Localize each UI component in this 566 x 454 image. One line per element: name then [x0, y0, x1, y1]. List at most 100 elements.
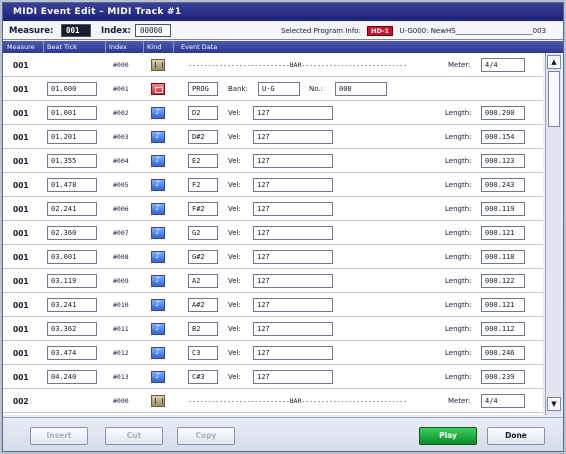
copy-button[interactable]: Copy: [177, 427, 235, 445]
meter-field[interactable]: 4/4: [481, 58, 525, 72]
note-icon: [151, 179, 165, 191]
index-field[interactable]: 00000: [135, 24, 171, 37]
note-field[interactable]: G#2: [188, 250, 218, 264]
event-row[interactable]: 001 01.000 #001 PROG Bank: U-G No.: 000: [3, 77, 543, 101]
velocity-field[interactable]: 127: [253, 106, 333, 120]
note-field[interactable]: F2: [188, 178, 218, 192]
length-field[interactable]: 000.112: [481, 322, 525, 336]
info-bar: Measure: 001 Index: 00000 Selected Progr…: [3, 22, 563, 40]
event-row[interactable]: 001 01.001 #002 D2 Vel: 127 Length: 000.200: [3, 101, 543, 125]
program-number-field[interactable]: 000: [335, 82, 387, 96]
velocity-field[interactable]: 127: [253, 370, 333, 384]
note-field[interactable]: B2: [188, 322, 218, 336]
note-field[interactable]: E2: [188, 154, 218, 168]
bank-field[interactable]: U-G: [258, 82, 300, 96]
button-bar: Insert Cut Copy Play Done: [3, 417, 563, 451]
meter-field[interactable]: 4/4: [481, 394, 525, 408]
scrollbar[interactable]: ▲ ▼: [545, 53, 561, 415]
length-field[interactable]: 000.119: [481, 202, 525, 216]
event-row[interactable]: 001 03.119 #009 A2 Vel: 127 Length: 000.122: [3, 269, 543, 293]
note-icon: [151, 251, 165, 263]
note-field[interactable]: C#3: [188, 370, 218, 384]
event-row[interactable]: 001 02.360 #007 G2 Vel: 127 Length: 000.121: [3, 221, 543, 245]
note-field[interactable]: A#2: [188, 298, 218, 312]
beat-tick-field[interactable]: 01.001: [47, 106, 97, 120]
event-row[interactable]: 001 04.240 #013 C#3 Vel: 127 Length: 000.239: [3, 365, 543, 389]
note-field[interactable]: G2: [188, 226, 218, 240]
velocity-field[interactable]: 127: [253, 178, 333, 192]
velocity-field[interactable]: 127: [253, 130, 333, 144]
note-field[interactable]: C3: [188, 346, 218, 360]
length-field[interactable]: 000.246: [481, 346, 525, 360]
beat-tick-field[interactable]: 01.478: [47, 178, 97, 192]
beat-tick-field[interactable]: 03.362: [47, 322, 97, 336]
vel-label: Vel:: [228, 181, 241, 189]
event-row[interactable]: 001 #000 --------------------------BAR----…: [3, 53, 543, 77]
beat-tick-field[interactable]: 04.240: [47, 370, 97, 384]
beat-tick-field[interactable]: 02.241: [47, 202, 97, 216]
velocity-field[interactable]: 127: [253, 274, 333, 288]
note-field[interactable]: F#2: [188, 202, 218, 216]
event-row[interactable]: 001 02.241 #006 F#2 Vel: 127 Length: 000.119: [3, 197, 543, 221]
row-index: #006: [113, 205, 129, 213]
length-field[interactable]: 000.200: [481, 106, 525, 120]
no-label: No.:: [309, 85, 323, 93]
event-row[interactable]: 001 03.001 #008 G#2 Vel: 127 Length: 000.118: [3, 245, 543, 269]
velocity-field[interactable]: 127: [253, 154, 333, 168]
length-field[interactable]: 000.243: [481, 178, 525, 192]
note-field[interactable]: A2: [188, 274, 218, 288]
beat-tick-field[interactable]: 03.241: [47, 298, 97, 312]
event-type-field[interactable]: PROG: [188, 82, 218, 96]
length-label: Length:: [445, 181, 472, 189]
event-list[interactable]: 001 #000 --------------------------BAR----…: [3, 53, 543, 415]
arrow-up-icon[interactable]: ▲: [547, 55, 561, 69]
length-field[interactable]: 000.123: [481, 154, 525, 168]
velocity-field[interactable]: 127: [253, 226, 333, 240]
event-row[interactable]: 001 03.362 #011 B2 Vel: 127 Length: 000.112: [3, 317, 543, 341]
event-row[interactable]: 001 03.241 #010 A#2 Vel: 127 Length: 000.121: [3, 293, 543, 317]
scroll-thumb[interactable]: [548, 71, 560, 127]
event-row[interactable]: 001 01.201 #003 D#2 Vel: 127 Length: 000.154: [3, 125, 543, 149]
selected-program-label: Selected Program Info:: [281, 27, 361, 35]
beat-tick-field[interactable]: 02.360: [47, 226, 97, 240]
bar-icon: [151, 395, 165, 407]
velocity-field[interactable]: 127: [253, 202, 333, 216]
event-row[interactable]: 001 01.478 #005 F2 Vel: 127 Length: 000.243: [3, 173, 543, 197]
velocity-field[interactable]: 127: [253, 298, 333, 312]
beat-tick-field[interactable]: 01.355: [47, 154, 97, 168]
vel-label: Vel:: [228, 325, 241, 333]
length-field[interactable]: 000.118: [481, 250, 525, 264]
velocity-field[interactable]: 127: [253, 346, 333, 360]
measure-field[interactable]: 001: [61, 24, 91, 37]
col-beat-tick: Beat Tick: [47, 43, 77, 51]
row-index: #007: [113, 229, 129, 237]
length-field[interactable]: 000.154: [481, 130, 525, 144]
note-field[interactable]: D2: [188, 106, 218, 120]
length-label: Length:: [445, 277, 472, 285]
play-button[interactable]: Play: [419, 427, 477, 445]
note-field[interactable]: D#2: [188, 130, 218, 144]
length-field[interactable]: 000.122: [481, 274, 525, 288]
beat-tick-field[interactable]: 03.474: [47, 346, 97, 360]
program-info: HD-1 U-G000: NewHS______________________…: [367, 26, 546, 36]
event-row[interactable]: 002 #000 --------------------------BAR----…: [3, 389, 543, 413]
length-field[interactable]: 000.121: [481, 298, 525, 312]
row-index: #008: [113, 253, 129, 261]
velocity-field[interactable]: 127: [253, 322, 333, 336]
done-button[interactable]: Done: [487, 427, 545, 445]
arrow-down-icon[interactable]: ▼: [547, 397, 561, 411]
vel-label: Vel:: [228, 109, 241, 117]
event-row[interactable]: 001 03.474 #012 C3 Vel: 127 Length: 000.246: [3, 341, 543, 365]
insert-button[interactable]: Insert: [30, 427, 88, 445]
length-field[interactable]: 000.121: [481, 226, 525, 240]
beat-tick-field[interactable]: 03.119: [47, 274, 97, 288]
beat-tick-field[interactable]: 01.000: [47, 82, 97, 96]
event-row[interactable]: 001 01.355 #004 E2 Vel: 127 Length: 000.123: [3, 149, 543, 173]
row-measure: 001: [13, 325, 29, 334]
beat-tick-field[interactable]: 03.001: [47, 250, 97, 264]
note-icon: [151, 155, 165, 167]
cut-button[interactable]: Cut: [105, 427, 163, 445]
length-field[interactable]: 000.239: [481, 370, 525, 384]
beat-tick-field[interactable]: 01.201: [47, 130, 97, 144]
velocity-field[interactable]: 127: [253, 250, 333, 264]
